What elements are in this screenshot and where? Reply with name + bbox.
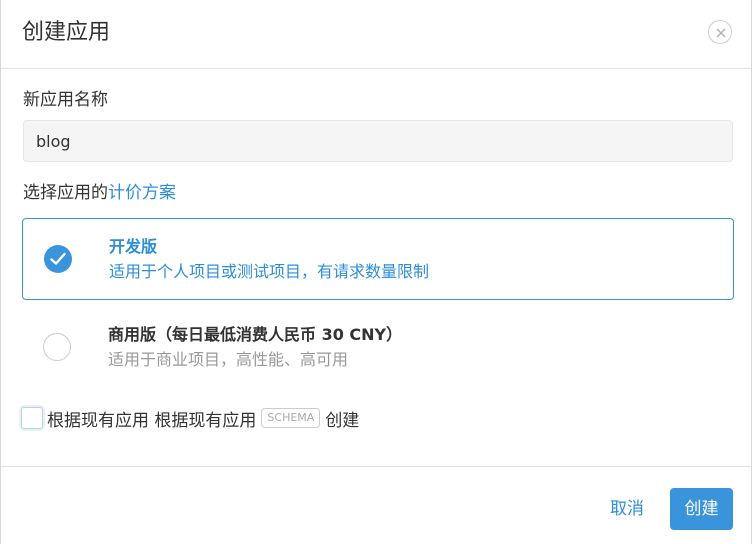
plan-option-commercial[interactable]: 商用版（每日最低消费人民币 30 CNY） 适用于商业项目，高性能、高可用 (22, 307, 734, 389)
plan-radio-checked[interactable] (44, 245, 72, 273)
plan-title: 商用版（每日最低消费人民币 30 CNY） (108, 325, 403, 344)
app-name-label: 新应用名称 (23, 90, 108, 110)
schema-tag: SCHEMA (261, 408, 321, 428)
schema-option-row: 根据现有应用 根据现有应用 SCHEMA 创建 (21, 406, 360, 431)
plan-description: 适用于个人项目或测试项目，有请求数量限制 (109, 262, 430, 281)
plan-title: 开发版 (109, 237, 158, 256)
schema-option-text: 根据现有应用 根据现有应用 (47, 410, 257, 431)
dialog-footer: 取消 创建 (1, 466, 751, 544)
plan-label: 选择应用的计价方案 (23, 181, 176, 205)
schema-option-suffix: 创建 (325, 410, 360, 431)
pricing-plan-link[interactable]: 计价方案 (108, 183, 176, 203)
cancel-button[interactable]: 取消 (600, 491, 654, 527)
plan-label-text: 选择应用的 (23, 183, 108, 203)
close-icon (716, 28, 726, 38)
plan-radio-unchecked[interactable] (43, 333, 71, 361)
create-app-dialog: 创建应用 新应用名称 选择应用的计价方案 开发版 适用于个人项目或测试项目，有请… (0, 0, 752, 544)
schema-checkbox[interactable] (21, 407, 43, 429)
close-button[interactable] (708, 20, 732, 44)
dialog-title: 创建应用 (22, 20, 111, 45)
plan-option-dev[interactable]: 开发版 适用于个人项目或测试项目，有请求数量限制 (22, 218, 734, 300)
plan-description: 适用于商业项目，高性能、高可用 (108, 350, 349, 369)
dialog-header: 创建应用 (1, 0, 751, 69)
app-name-input[interactable] (23, 120, 733, 162)
create-button[interactable]: 创建 (670, 488, 733, 530)
check-icon (50, 252, 66, 265)
